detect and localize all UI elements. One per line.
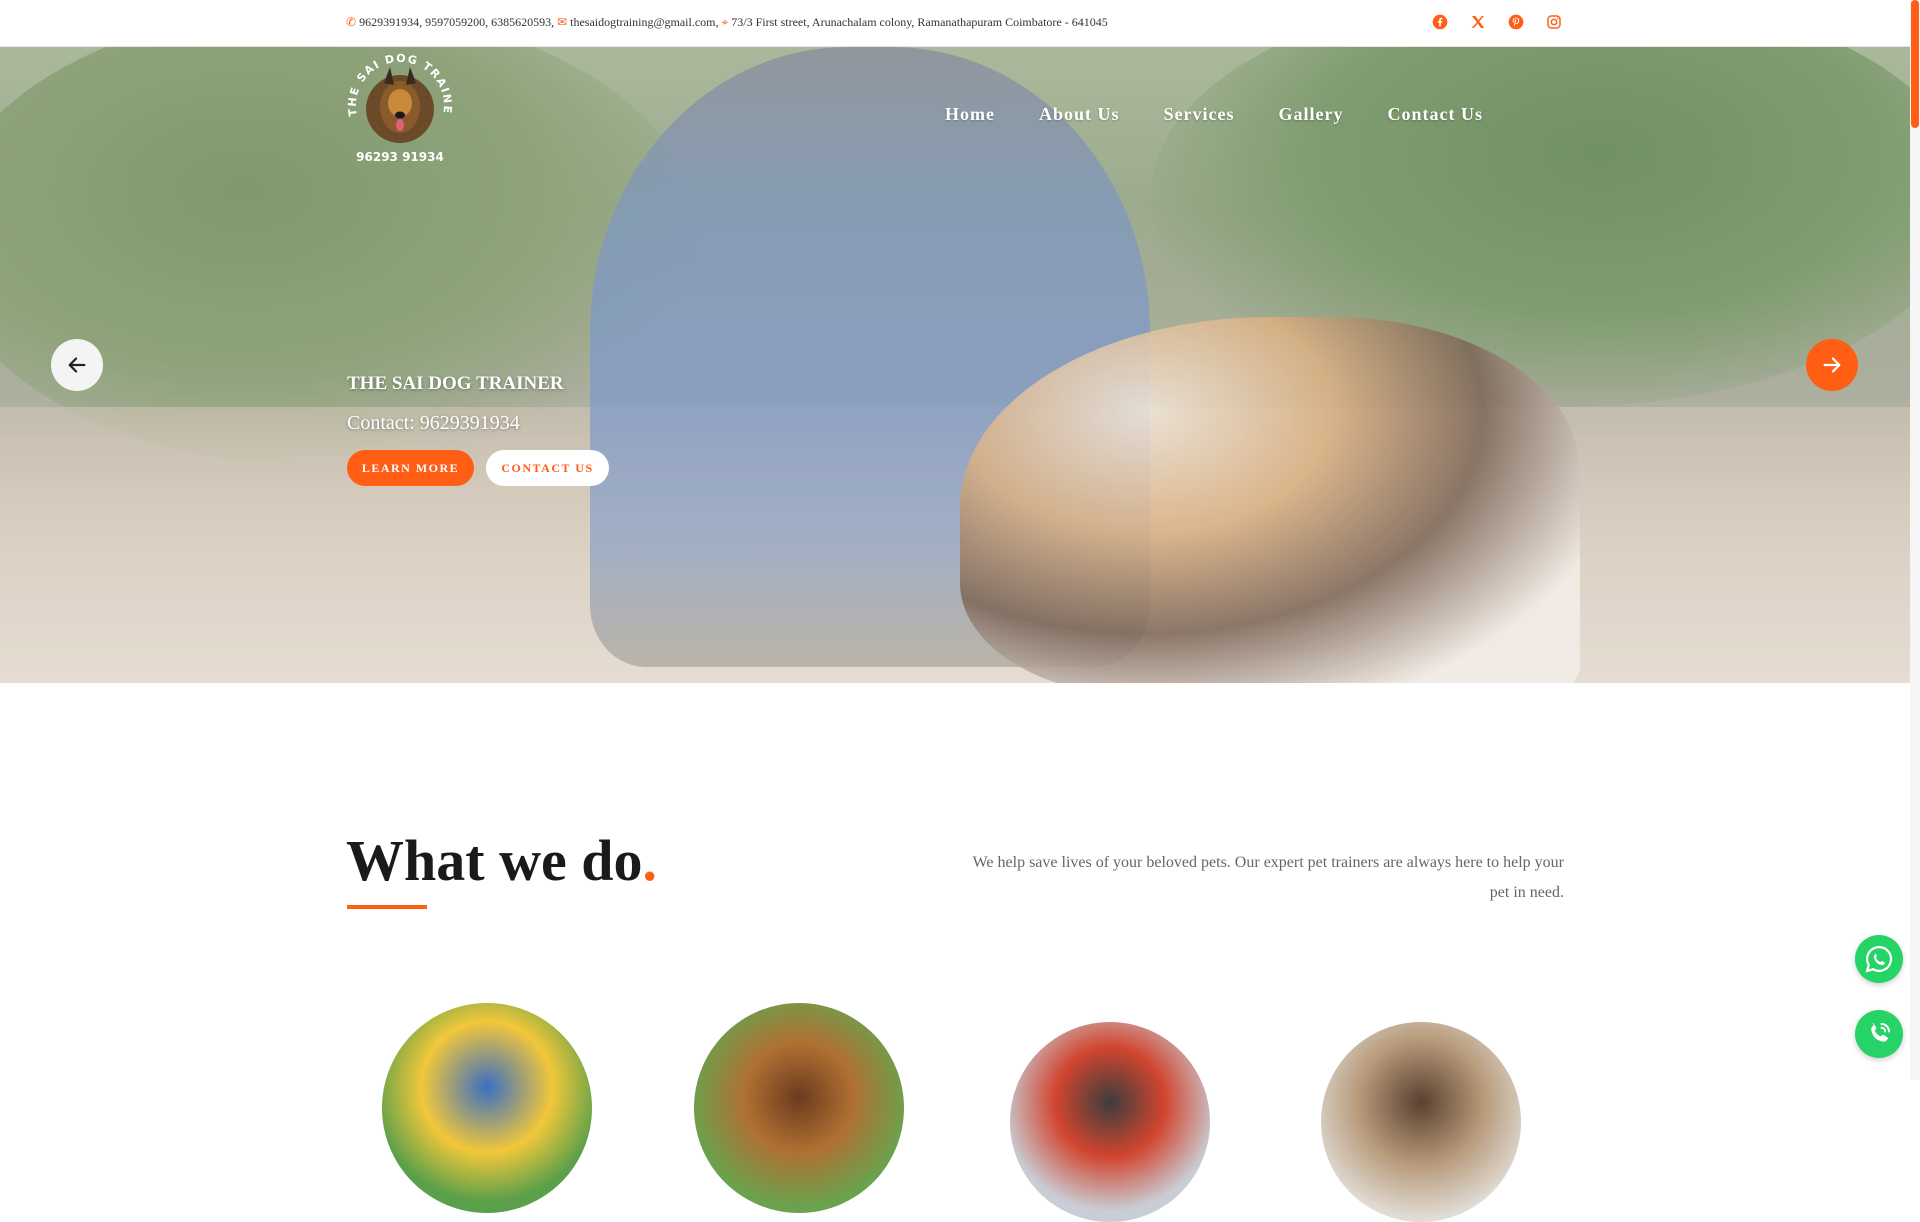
page-scrollbar-track[interactable] <box>1910 0 1920 1080</box>
contact-info: ✆ 9629391934, 9597059200, 6385620593, ✉ th… <box>346 15 1108 30</box>
hero-overlay <box>0 47 1910 683</box>
hero-slider <box>0 47 1910 683</box>
nav-home[interactable]: Home <box>945 104 995 125</box>
instagram-icon[interactable] <box>1544 12 1563 31</box>
phone-icon: ✆ <box>346 15 357 29</box>
nav-services[interactable]: Services <box>1164 104 1235 125</box>
contact-us-button[interactable]: CONTACT US <box>486 450 609 486</box>
section-title-dot: . <box>642 828 657 893</box>
slider-prev-button[interactable] <box>51 339 103 391</box>
section-title-underline <box>347 905 427 909</box>
page-scrollbar-thumb[interactable] <box>1911 0 1919 128</box>
x-twitter-icon[interactable] <box>1468 12 1487 31</box>
nav-gallery[interactable]: Gallery <box>1279 104 1344 125</box>
email-address[interactable]: thesaidogtraining@gmail.com, <box>570 15 718 29</box>
service-image-training[interactable] <box>1010 1022 1210 1222</box>
top-contact-bar: ✆ 9629391934, 9597059200, 6385620593, ✉ th… <box>0 0 1910 47</box>
pinterest-icon[interactable] <box>1506 12 1525 31</box>
service-image-german-shepherd[interactable] <box>694 1003 904 1213</box>
section-title: What we do. <box>346 827 657 894</box>
hero-subtitle: Contact: 9629391934 <box>347 412 520 434</box>
address: 73/3 First street, Arunachalam colony, R… <box>731 15 1108 29</box>
nav-contact-us[interactable]: Contact Us <box>1387 104 1483 125</box>
service-image-agility[interactable] <box>382 1003 592 1213</box>
site-logo[interactable]: THE SAI DOG TRAINER 96293 91934 <box>337 43 458 165</box>
section-description: We help save lives of your beloved pets.… <box>972 854 1564 901</box>
location-icon: ⌖ <box>721 15 729 29</box>
service-image-boarding[interactable] <box>1321 1022 1521 1222</box>
logo-phone: 96293 91934 <box>356 150 444 164</box>
nav-about-us[interactable]: About Us <box>1039 104 1120 125</box>
social-links <box>1430 12 1563 31</box>
whatsapp-icon <box>1865 945 1893 973</box>
slider-next-button[interactable] <box>1806 339 1858 391</box>
phone-call-icon <box>1871 1023 1890 1042</box>
email-icon: ✉ <box>557 15 568 29</box>
arrow-right-icon <box>1823 357 1841 373</box>
main-nav: Home About Us Services Gallery Contact U… <box>945 104 1527 125</box>
facebook-icon[interactable] <box>1430 12 1449 31</box>
whatsapp-button[interactable] <box>1855 935 1903 983</box>
hero-title: THE SAI DOG TRAINER <box>347 373 564 394</box>
section-title-text: What we do <box>346 828 643 893</box>
learn-more-button[interactable]: LEARN MORE <box>347 450 474 486</box>
arrow-left-icon <box>68 357 86 373</box>
call-button[interactable] <box>1855 1010 1903 1058</box>
phone-numbers: 9629391934, 9597059200, 6385620593, <box>359 15 555 29</box>
